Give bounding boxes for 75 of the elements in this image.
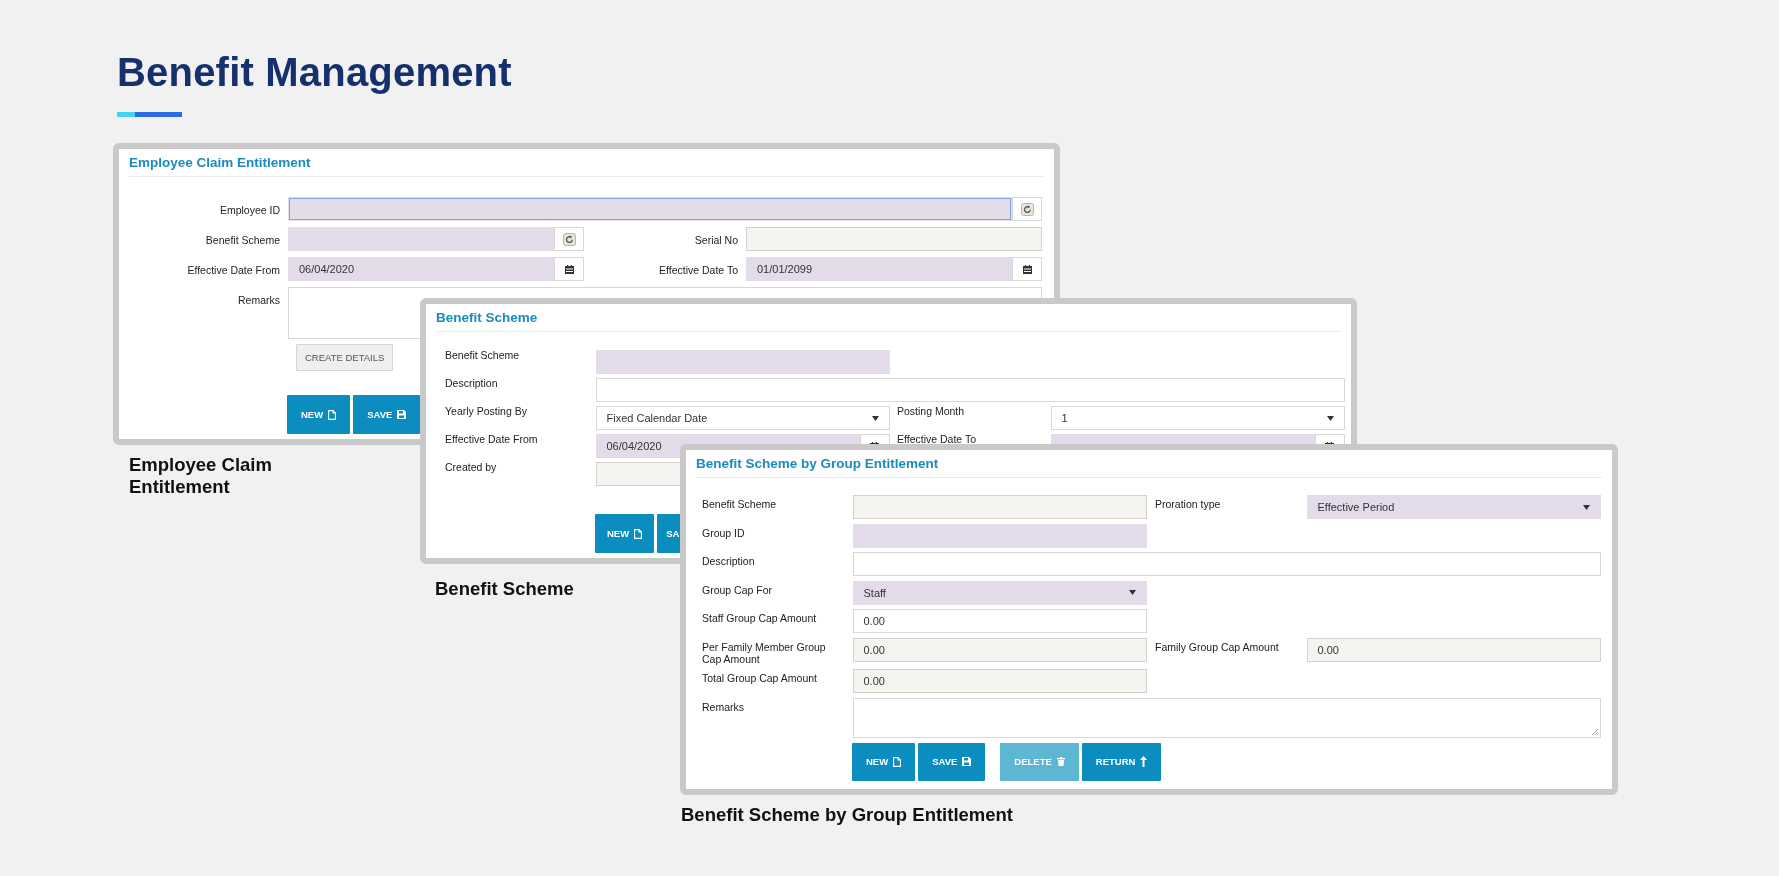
refresh-button[interactable] [554, 227, 584, 251]
field-label: Effective Date To [659, 264, 738, 276]
field-label: Posting Month [897, 406, 965, 417]
text-field[interactable] [595, 378, 1345, 402]
create-details-button[interactable]: CREATE DETAILS [296, 344, 394, 371]
text-field[interactable] [852, 495, 1147, 519]
field-label: Created by [445, 462, 497, 473]
window-title: Employee Claim Entitlement [128, 154, 312, 172]
file-icon [634, 528, 643, 539]
page-title: Benefit Management [117, 49, 513, 96]
field-label: Remarks [702, 700, 744, 713]
field-label: Employee ID [219, 204, 280, 216]
caret-icon [1582, 504, 1590, 510]
select-field[interactable]: Fixed Calendar Date [595, 406, 890, 430]
field-label: Per Family Member Group Cap Amount [702, 640, 827, 665]
calendar-icon [1022, 264, 1032, 274]
new-button[interactable]: NEW [852, 742, 916, 781]
calendar-button[interactable] [1012, 257, 1042, 281]
save-button[interactable]: SAVE [918, 742, 986, 781]
return-button[interactable]: RETURN [1081, 742, 1162, 781]
select-field[interactable]: Staff [852, 580, 1147, 605]
field-label: Benefit Scheme [702, 498, 777, 510]
field-label: Group Cap For [702, 583, 773, 596]
text-field[interactable] [595, 350, 890, 374]
title-underline [117, 112, 182, 117]
field-label: Effective Date From [187, 264, 280, 276]
refresh-icon [562, 232, 576, 246]
text-field[interactable]: 0.00 [852, 637, 1147, 662]
resize-grip-icon[interactable] [1591, 728, 1598, 735]
text-field[interactable] [852, 523, 1147, 548]
date-field[interactable]: 06/04/2020 [288, 257, 554, 281]
caret-icon [1326, 415, 1334, 421]
text-field[interactable]: 0.00 [1306, 637, 1601, 662]
file-icon [328, 409, 337, 420]
caret-icon [871, 415, 879, 421]
field-label: Benefit Scheme [445, 350, 520, 361]
field-label: Staff Group Cap Amount [702, 612, 817, 624]
new-button[interactable]: NEW [287, 395, 351, 434]
field-label: Proration type [1155, 498, 1221, 510]
save-button[interactable]: SAVE [353, 395, 421, 434]
lookup-field[interactable] [288, 227, 554, 251]
text-field[interactable]: 0.00 [852, 669, 1147, 693]
caret-icon [1128, 590, 1136, 595]
file-icon [893, 756, 902, 767]
text-field[interactable] [852, 552, 1601, 576]
screenshot-caption: Benefit Scheme by Group Entitlement [681, 804, 1014, 826]
date-field[interactable]: 01/01/2099 [746, 257, 1012, 281]
lookup-field[interactable] [288, 197, 1012, 221]
field-label: Description [445, 378, 498, 389]
textarea-field[interactable] [852, 697, 1601, 738]
trash-icon [1056, 757, 1065, 766]
screenshot-caption: Employee Claim Entitlement [129, 454, 273, 498]
calendar-button[interactable] [554, 257, 584, 281]
select-field[interactable]: 1 [1050, 406, 1345, 430]
field-label: Serial No [694, 234, 738, 246]
field-label: Group ID [702, 526, 745, 539]
field-label: Benefit Scheme [205, 234, 280, 246]
field-label: Effective Date To [897, 434, 976, 445]
field-label: Family Group Cap Amount [1155, 640, 1279, 653]
field-label: Yearly Posting By [445, 406, 527, 417]
field-label: Remarks [238, 294, 280, 306]
window-title: Benefit Scheme by Group Entitlement [695, 455, 940, 473]
new-button[interactable]: NEW [595, 514, 655, 553]
field-label: Total Group Cap Amount [702, 672, 817, 684]
field-label: Description [702, 555, 755, 567]
up-arrow-icon [1140, 756, 1148, 767]
select-field[interactable]: Effective Period [1306, 495, 1601, 519]
window-title: Benefit Scheme [435, 309, 539, 327]
text-field[interactable] [746, 227, 1042, 251]
screenshot-caption: Benefit Scheme [435, 578, 574, 600]
calendar-icon [564, 264, 574, 274]
text-field[interactable]: 0.00 [852, 609, 1147, 633]
refresh-button[interactable] [1012, 197, 1042, 221]
field-label: Effective Date From [445, 434, 538, 445]
refresh-icon [1020, 202, 1034, 216]
